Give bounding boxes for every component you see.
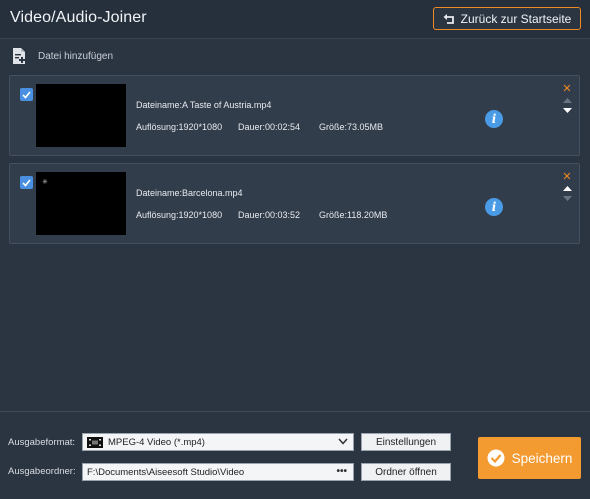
save-button[interactable]: Speichern [478,437,581,479]
divider [0,411,590,412]
item-resolution: Auflösung:1920*1080 [136,122,223,132]
add-file-label: Datei hinzufügen [38,50,114,62]
thumbnail-mark: ✳ [42,179,48,186]
video-thumbnail: ✳ [36,172,126,235]
add-file-button[interactable]: Datei hinzufügen [10,46,113,66]
checkmark-icon [22,178,31,187]
video-thumbnail [36,84,126,147]
move-up-icon[interactable] [560,183,574,193]
item-checkbox[interactable] [20,88,33,101]
output-format-label: Ausgabeformat: [8,437,76,448]
check-circle-icon [487,449,505,467]
back-to-home-button[interactable]: Zurück zur Startseite [433,7,581,30]
item-filename: Dateiname:A Taste of Austria.mp4 [136,100,272,110]
move-up-icon [560,95,574,105]
move-down-icon [560,193,574,203]
item-resolution: Auflösung:1920*1080 [136,210,223,220]
info-icon[interactable]: i [485,198,503,216]
item-meta: Auflösung:1920*1080 Dauer:00:02:54 Größe… [136,122,383,132]
output-folder-field[interactable]: F:\Documents\Aiseesoft Studio\Video ••• [82,463,354,481]
remove-icon[interactable]: ✕ [560,171,574,183]
output-format-select[interactable]: MPEG-4 Video (*.mp4) [82,433,354,451]
title-bar: Video/Audio-Joiner Zurück zur Startseite [0,0,590,39]
app-title: Video/Audio-Joiner [10,9,147,26]
film-format-icon [87,436,103,448]
output-format-value: MPEG-4 Video (*.mp4) [108,436,205,448]
output-folder-value: F:\Documents\Aiseesoft Studio\Video [87,466,245,478]
item-filename: Dateiname:Barcelona.mp4 [136,188,243,198]
item-duration: Dauer:00:02:54 [238,122,301,132]
remove-icon[interactable]: ✕ [560,83,574,95]
save-button-label: Speichern [511,450,573,466]
file-list-item: Dateiname:A Taste of Austria.mp4 Auflösu… [9,75,580,156]
item-meta: Auflösung:1920*1080 Dauer:00:03:52 Größe… [136,210,387,220]
chevron-down-icon [338,438,348,445]
browse-folder-button[interactable]: ••• [336,466,347,477]
item-duration: Dauer:00:03:52 [238,210,301,220]
output-folder-label: Ausgabeordner: [8,466,76,477]
item-checkbox[interactable] [20,176,33,189]
add-file-icon [10,46,28,66]
item-size: Größe:118.20MB [319,210,388,220]
open-folder-button[interactable]: Ordner öffnen [361,463,451,481]
item-size: Größe:73.05MB [319,122,384,132]
info-icon[interactable]: i [485,110,503,128]
file-list-item: ✳ Dateiname:Barcelona.mp4 Auflösung:1920… [9,163,580,244]
back-button-label: Zurück zur Startseite [460,11,572,26]
return-arrow-icon [443,13,454,24]
checkmark-icon [22,90,31,99]
move-down-icon[interactable] [560,105,574,115]
settings-button[interactable]: Einstellungen [361,433,451,451]
